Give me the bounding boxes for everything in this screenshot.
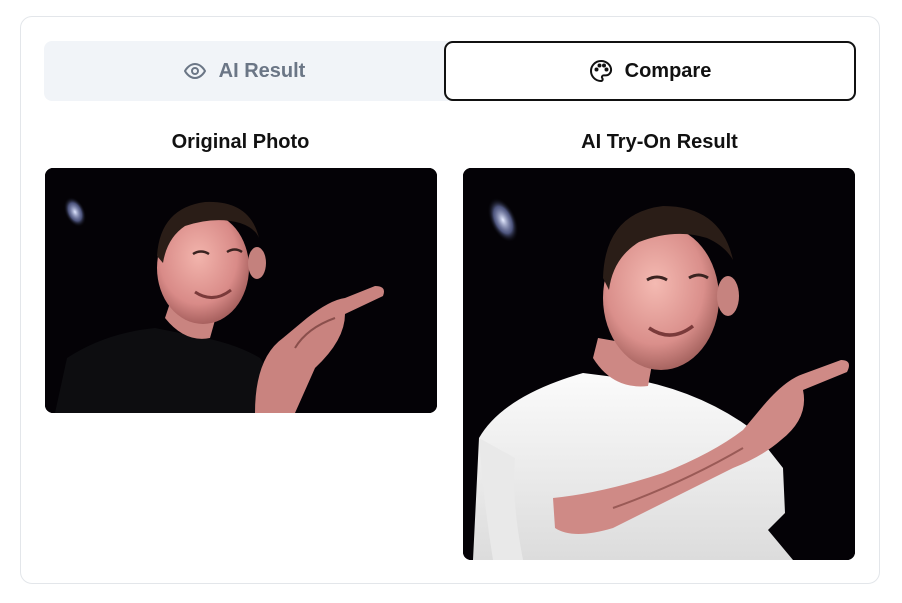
ai-result-photo — [463, 168, 855, 560]
original-photo-title: Original Photo — [171, 131, 310, 153]
ai-result-title: AI Try-On Result — [581, 131, 738, 153]
eye-icon — [183, 59, 207, 83]
tab-compare-label: Compare — [624, 59, 712, 82]
palette-icon — [589, 59, 613, 83]
tab-ai-result-label: AI Result — [218, 59, 306, 82]
tab-ai-result[interactable]: AI Result — [44, 41, 444, 101]
view-toggle: AI Result Compare — [44, 41, 856, 101]
original-photo — [45, 168, 437, 413]
tab-compare[interactable]: Compare — [444, 41, 856, 101]
